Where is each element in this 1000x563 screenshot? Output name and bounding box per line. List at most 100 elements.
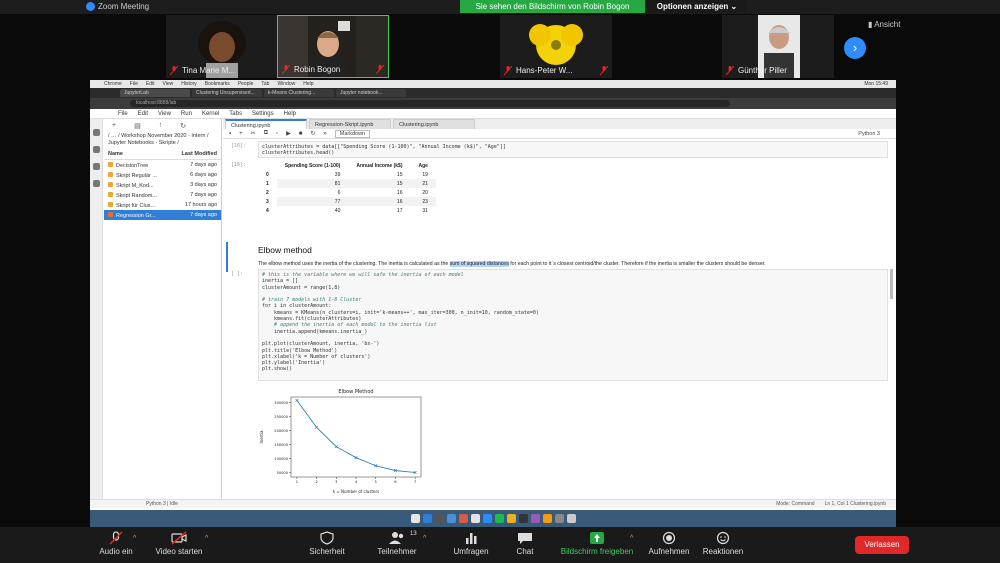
refresh-icon[interactable]: ↻ bbox=[180, 122, 186, 130]
breadcrumb[interactable]: / … / Workshop November 2020 - Intern / … bbox=[104, 131, 221, 149]
notebook-tab[interactable]: Regression-Skript.ipynb bbox=[309, 119, 391, 129]
app-icon[interactable] bbox=[518, 514, 528, 523]
menu-item[interactable]: File bbox=[130, 81, 138, 87]
stop-icon[interactable]: ■ bbox=[299, 131, 303, 137]
view-options-button[interactable]: Optionen anzeigen ⌄ bbox=[647, 0, 747, 13]
code-cell[interactable]: # this is the variable where we will saf… bbox=[258, 269, 888, 381]
menu-item[interactable]: Chrome bbox=[104, 81, 122, 87]
menu-item[interactable]: Bookmarks bbox=[205, 81, 230, 87]
video-button[interactable]: Video starten bbox=[152, 531, 206, 556]
share-options-caret[interactable]: ^ bbox=[630, 535, 633, 542]
participant-tile[interactable]: Tina Marie M... bbox=[166, 15, 278, 78]
app-icon[interactable] bbox=[446, 514, 456, 523]
jl-menu-item[interactable]: Settings bbox=[252, 111, 274, 117]
copy-icon[interactable]: ⧉ bbox=[264, 130, 268, 137]
app-icon[interactable] bbox=[530, 514, 540, 523]
tabs-icon[interactable] bbox=[92, 180, 100, 187]
jl-menu-item[interactable]: Edit bbox=[138, 111, 148, 117]
commands-icon[interactable] bbox=[92, 163, 100, 170]
reactions-button[interactable]: Reaktionen bbox=[700, 531, 746, 556]
x-tick-label: 4 bbox=[355, 480, 358, 484]
col-name[interactable]: Name bbox=[108, 151, 123, 157]
df-cell: 16 bbox=[348, 197, 411, 206]
cut-icon[interactable]: ✂ bbox=[251, 130, 256, 137]
new-folder-icon[interactable]: ▤ bbox=[134, 122, 141, 130]
participant-tile-active[interactable]: Robin Bogon bbox=[277, 15, 389, 78]
audio-options-caret[interactable]: ^ bbox=[133, 535, 136, 542]
new-launcher-icon[interactable]: + bbox=[112, 122, 116, 129]
jl-menu-item[interactable]: Help bbox=[284, 111, 296, 117]
participants-options-caret[interactable]: ^ bbox=[423, 535, 426, 542]
running-icon[interactable] bbox=[92, 146, 100, 153]
next-participants-button[interactable]: › bbox=[844, 37, 866, 59]
menu-item[interactable]: Tab bbox=[261, 81, 269, 87]
jl-menu-item[interactable]: View bbox=[158, 111, 171, 117]
jl-menu-item[interactable]: Run bbox=[181, 111, 192, 117]
file-row[interactable]: DecisionTree 7 days ago bbox=[104, 160, 221, 170]
zoom-app-icon[interactable] bbox=[482, 514, 492, 523]
view-button[interactable]: ▮ Ansicht bbox=[868, 20, 900, 29]
menu-item[interactable]: History bbox=[181, 81, 197, 87]
file-name: Skript Random... bbox=[108, 191, 157, 199]
code-cell[interactable]: clusterAttributes = data[["Spending Scor… bbox=[258, 141, 888, 158]
jl-menu-item[interactable]: Tabs bbox=[229, 111, 242, 117]
audio-button[interactable]: Audio ein bbox=[96, 531, 136, 556]
video-options-caret[interactable]: ^ bbox=[205, 535, 208, 542]
finder-icon[interactable] bbox=[410, 514, 420, 523]
leave-button[interactable]: Verlassen bbox=[855, 536, 909, 554]
address-bar[interactable]: localhost:8888/lab bbox=[130, 100, 730, 107]
file-list: DecisionTree 7 days ago Skript Regulär ...… bbox=[104, 160, 221, 220]
add-cell-icon[interactable]: + bbox=[239, 131, 243, 137]
participant-tile[interactable]: Hans-Peter W... bbox=[500, 15, 612, 78]
browser-tab[interactable]: Jupyter notebook... bbox=[336, 89, 406, 97]
cell-code: clusterAttributes = data[["Spending Scor… bbox=[262, 144, 506, 157]
security-button[interactable]: Sicherheit bbox=[307, 531, 347, 556]
browser-tab[interactable]: JupyterLab bbox=[120, 89, 190, 97]
participant-tile[interactable]: Günther Piller bbox=[722, 15, 834, 78]
file-row[interactable]: Skript M_Kod... 3 days ago bbox=[104, 180, 221, 190]
share-screen-button[interactable]: Bildschirm freigeben bbox=[556, 531, 638, 556]
jl-menu-item[interactable]: Kernel bbox=[202, 111, 219, 117]
launchpad-icon[interactable] bbox=[422, 514, 432, 523]
menu-item[interactable]: View bbox=[162, 81, 173, 87]
app-icon[interactable] bbox=[470, 514, 480, 523]
menu-item[interactable]: People bbox=[238, 81, 254, 87]
run-icon[interactable]: ▶ bbox=[286, 130, 291, 137]
file-row[interactable]: Skript für Clus... 17 hours ago bbox=[104, 200, 221, 210]
save-icon[interactable]: ▪ bbox=[229, 131, 231, 137]
participant-name: Hans-Peter W... bbox=[516, 66, 573, 75]
polls-button[interactable]: Umfragen bbox=[451, 531, 491, 556]
menu-item[interactable]: Help bbox=[303, 81, 313, 87]
browser-tab[interactable]: k-Means Clustering... bbox=[264, 89, 334, 97]
shared-screen: Chrome File Edit View History Bookmarks … bbox=[90, 80, 896, 527]
app-icon[interactable] bbox=[458, 514, 468, 523]
app-icon[interactable] bbox=[434, 514, 444, 523]
browser-tab[interactable]: Clustering Unsupervised... bbox=[192, 89, 262, 97]
scrollbar[interactable] bbox=[890, 269, 893, 299]
folder-icon[interactable] bbox=[92, 129, 100, 136]
fast-forward-icon[interactable]: » bbox=[323, 131, 326, 137]
file-row[interactable]: Regression Gr... 7 days ago bbox=[104, 210, 221, 220]
restart-icon[interactable]: ↻ bbox=[310, 130, 315, 137]
upload-icon[interactable]: ↑ bbox=[159, 122, 163, 129]
cell-type-select[interactable]: Markdown bbox=[334, 129, 371, 138]
y-tick-label: 250000 bbox=[274, 415, 288, 419]
record-button[interactable]: Aufnehmen bbox=[646, 531, 692, 556]
notebook-tab[interactable]: Clustering.ipynb bbox=[225, 119, 307, 129]
file-row[interactable]: Skript Random... 7 days ago bbox=[104, 190, 221, 200]
notebook-tab[interactable]: Clustering.ipynb bbox=[393, 119, 475, 129]
col-modified[interactable]: Last Modified bbox=[182, 151, 217, 157]
file-row[interactable]: Skript Regulär ... 6 days ago bbox=[104, 170, 221, 180]
app-icon[interactable] bbox=[494, 514, 504, 523]
trash-icon[interactable] bbox=[566, 514, 576, 523]
menu-item[interactable]: Edit bbox=[146, 81, 155, 87]
jl-menu-item[interactable]: File bbox=[118, 111, 128, 117]
app-icon[interactable] bbox=[506, 514, 516, 523]
mac-menubar: Chrome File Edit View History Bookmarks … bbox=[90, 80, 896, 88]
kernel-name[interactable]: Python 3 bbox=[858, 131, 896, 137]
app-icon[interactable] bbox=[554, 514, 564, 523]
paste-icon[interactable]: ▫ bbox=[276, 131, 278, 137]
app-icon[interactable] bbox=[542, 514, 552, 523]
menu-item[interactable]: Window bbox=[277, 81, 295, 87]
chat-button[interactable]: Chat bbox=[510, 531, 540, 556]
